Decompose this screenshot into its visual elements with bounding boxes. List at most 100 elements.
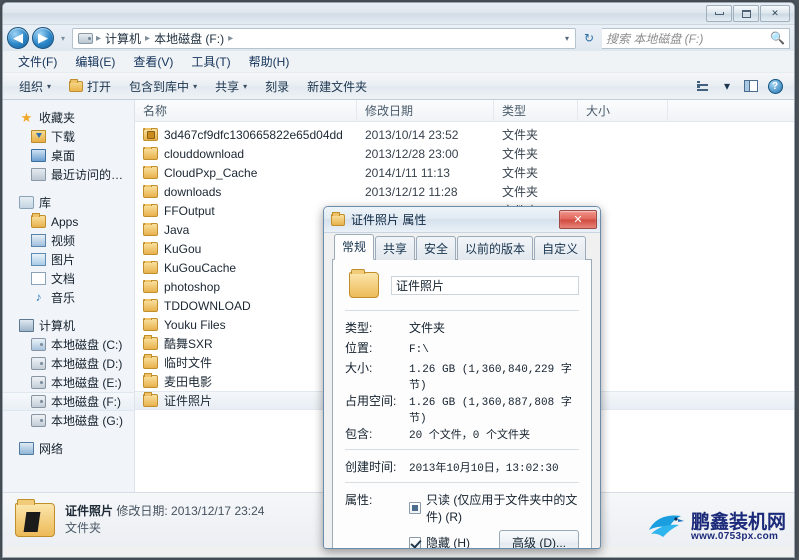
folder-icon (143, 335, 158, 350)
tab-sharing[interactable]: 共享 (375, 236, 416, 260)
sidebar-item-drive-e[interactable]: 本地磁盘 (E:) (3, 373, 134, 392)
table-row[interactable]: 3d467cf9dfc130665822e65d04dd 2013/10/14 … (135, 125, 794, 144)
sidebar-item-documents[interactable]: 文档 (3, 269, 134, 288)
column-header-size[interactable]: 大小 (578, 99, 668, 122)
help-icon: ? (767, 78, 783, 94)
folder-icon (143, 184, 158, 198)
file-name-text: CloudPxp_Cache (164, 165, 258, 180)
recent-pages-dropdown[interactable]: ▾ (57, 34, 69, 43)
property-label: 占用空间: (345, 394, 397, 408)
sidebar-label: 本地磁盘 (F:) (51, 395, 121, 409)
sidebar-item-recent-places[interactable]: 最近访问的位置 (3, 165, 134, 184)
refresh-button[interactable]: ↻ (579, 28, 599, 49)
watermark-name: 鹏鑫装机网 (690, 511, 786, 533)
drive-icon (31, 395, 46, 408)
file-name-text: photoshop (164, 279, 221, 294)
advanced-button[interactable]: 高级 (D)... (499, 530, 579, 548)
divider (345, 449, 579, 450)
sidebar-item-libraries[interactable]: 库 (3, 193, 134, 212)
change-view-button[interactable] (692, 76, 714, 96)
breadcrumb-dropdown-icon[interactable]: ▾ (561, 34, 573, 43)
sidebar-item-drive-d[interactable]: 本地磁盘 (D:) (3, 354, 134, 373)
chevron-down-icon: ▾ (723, 79, 731, 93)
sidebar-label: 库 (39, 196, 52, 210)
attributes-row: 属性: 只读 (仅应用于文件夹中的文件) (R) 隐藏 (H) 高级 (D)..… (345, 491, 579, 549)
dialog-title: 证件照片 属性 (351, 213, 427, 227)
back-button[interactable]: ◀ (7, 27, 29, 49)
dialog-body: 常规 共享 安全 以前的版本 自定义 证件照片 类型: 文件夹 位置: F:\ … (324, 233, 600, 549)
minimize-button[interactable] (706, 5, 732, 22)
close-window-button[interactable]: ✕ (760, 5, 790, 22)
table-row[interactable]: CloudPxp_Cache 2014/1/11 11:13 文件夹 (135, 163, 794, 182)
preview-pane-icon (744, 80, 758, 92)
sidebar-item-drive-f[interactable]: 本地磁盘 (F:) (3, 392, 134, 411)
column-header-date[interactable]: 修改日期 (357, 99, 494, 122)
sidebar-item-apps[interactable]: Apps (3, 212, 134, 231)
folder-icon (31, 213, 46, 228)
sidebar-item-drive-c[interactable]: 本地磁盘 (C:) (3, 335, 134, 354)
organize-button[interactable]: 组织 ▾ (11, 75, 59, 98)
readonly-checkbox[interactable] (409, 502, 421, 514)
sidebar-item-computer[interactable]: 计算机 (3, 316, 134, 335)
column-header-name[interactable]: 名称 (135, 99, 357, 122)
table-row[interactable]: downloads 2013/12/12 11:28 文件夹 (135, 182, 794, 201)
burn-button[interactable]: 刻录 (257, 75, 297, 98)
file-name-text: KuGouCache (164, 260, 237, 275)
menu-item-edit[interactable]: 编辑(E) (66, 51, 124, 72)
breadcrumb-item-drive-f[interactable]: 本地磁盘 (F:) (151, 30, 227, 47)
sidebar-item-network[interactable]: 网络 (3, 439, 134, 458)
property-row-size-on-disk: 占用空间: 1.26 GB (1,360,887,808 字节) (345, 392, 579, 425)
sidebar-label: 视频 (51, 234, 76, 248)
share-button[interactable]: 共享 ▾ (207, 75, 255, 98)
hidden-checkbox[interactable] (409, 536, 421, 548)
menu-item-tools[interactable]: 工具(T) (182, 51, 239, 72)
view-dropdown-button[interactable]: ▾ (716, 76, 738, 96)
tab-general[interactable]: 常规 (334, 234, 375, 260)
search-input[interactable]: 搜索 本地磁盘 (F:) 🔍 (602, 27, 790, 49)
file-name-text: clouddownload (164, 146, 245, 161)
breadcrumb-item-computer[interactable]: 计算机 (102, 30, 144, 47)
forward-button[interactable]: ▶ (32, 27, 54, 49)
breadcrumb-separator: ▸ (228, 32, 234, 44)
address-bar-row: ◀ ▶ ▾ ▸ 计算机 ▸ 本地磁盘 (F:) ▸ ▾ ↻ 搜索 本地磁盘 (F… (3, 25, 794, 51)
tab-security[interactable]: 安全 (416, 236, 457, 260)
hidden-label: 隐藏 (H) (426, 536, 470, 549)
sidebar-item-desktop[interactable]: 桌面 (3, 146, 134, 165)
sidebar-item-favorites[interactable]: ★ 收藏夹 (3, 108, 134, 127)
breadcrumb[interactable]: ▸ 计算机 ▸ 本地磁盘 (F:) ▸ ▾ (72, 27, 576, 49)
hidden-attribute-row: 隐藏 (H) 高级 (D)... (409, 530, 579, 549)
downloads-icon (31, 130, 46, 143)
menu-item-file[interactable]: 文件(F) (9, 51, 66, 72)
include-in-library-button[interactable]: 包含到库中 ▾ (121, 75, 205, 98)
help-button[interactable]: ? (764, 76, 786, 96)
file-name-text: TDDOWNLOAD (164, 298, 251, 313)
sidebar-item-music[interactable]: ♪ 音乐 (3, 288, 134, 307)
sidebar-item-downloads[interactable]: 下载 (3, 127, 134, 146)
table-row[interactable]: clouddownload 2013/12/28 23:00 文件夹 (135, 144, 794, 163)
drive-icon (31, 357, 46, 370)
preview-pane-button[interactable] (740, 76, 762, 96)
tab-customize[interactable]: 自定义 (534, 236, 587, 260)
column-header-type[interactable]: 类型 (494, 99, 578, 122)
menu-item-help[interactable]: 帮助(H) (240, 51, 299, 72)
forward-arrow-icon: ▶ (38, 30, 48, 45)
sidebar-item-videos[interactable]: 视频 (3, 231, 134, 250)
folder-name-input[interactable]: 证件照片 (391, 275, 579, 295)
file-name-text: downloads (164, 184, 222, 199)
navigation-pane: ★ 收藏夹 下载 桌面 最近访问的位置 库 Apps 视频 图片 文档 ♪ 音乐… (3, 100, 135, 492)
new-folder-button[interactable]: 新建文件夹 (299, 75, 375, 98)
sidebar-label: 收藏夹 (39, 111, 76, 125)
organize-label: 组织 (19, 79, 44, 94)
tab-previous-versions[interactable]: 以前的版本 (457, 236, 534, 260)
sidebar-item-drive-g[interactable]: 本地磁盘 (G:) (3, 411, 134, 430)
maximize-button[interactable] (733, 5, 759, 22)
open-button[interactable]: 打开 (61, 75, 119, 98)
sidebar-item-pictures[interactable]: 图片 (3, 250, 134, 269)
file-name-text: 临时文件 (164, 356, 213, 370)
folder-icon (143, 392, 158, 407)
dialog-close-button[interactable]: ✕ (559, 210, 597, 229)
close-icon: ✕ (573, 214, 583, 226)
menu-item-view[interactable]: 查看(V) (124, 51, 182, 72)
music-icon: ♪ (35, 290, 42, 304)
breadcrumb-separator: ▸ (96, 32, 102, 44)
